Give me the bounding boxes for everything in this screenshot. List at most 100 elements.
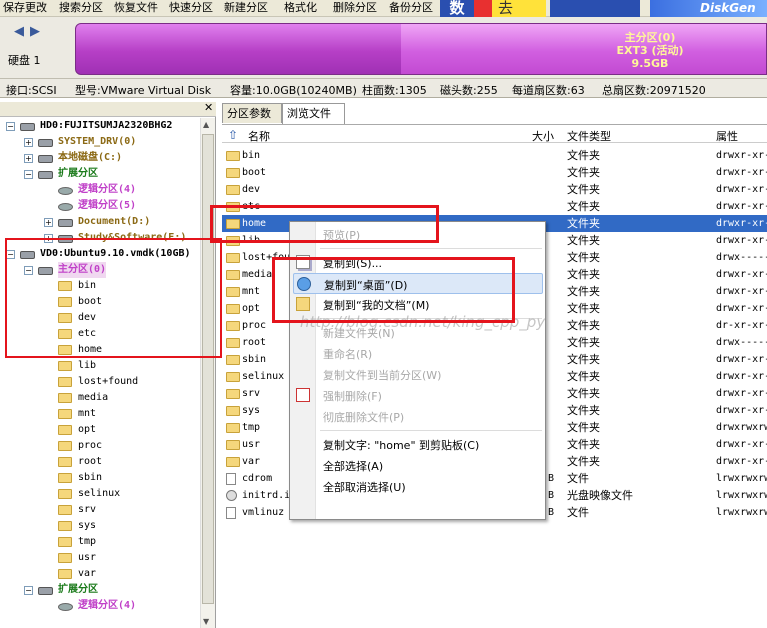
expand-icon[interactable]: + bbox=[24, 154, 33, 163]
tab-browse-files[interactable]: 浏览文件 bbox=[282, 103, 345, 124]
tree-node-label: HD0:FUJITSUMJA2320BHG2 bbox=[40, 120, 173, 131]
col-attr[interactable]: 属性 bbox=[716, 128, 738, 144]
tree-node-label: lost+found bbox=[78, 376, 139, 387]
tree-node[interactable]: − 主分区(0) bbox=[0, 262, 200, 278]
tree-node[interactable]: + 本地磁盘(C:) bbox=[0, 150, 200, 166]
disk-icon bbox=[58, 601, 73, 617]
tree-node[interactable]: + Study&Software(E:) bbox=[0, 230, 200, 246]
tree-node-label: bin bbox=[78, 280, 97, 291]
scroll-down-icon[interactable]: ▼ bbox=[203, 617, 209, 626]
recover-files-button[interactable]: 恢复文件 bbox=[114, 0, 158, 17]
partition-size: 9.5GB bbox=[631, 57, 669, 70]
menu-item: 强制删除(F) bbox=[290, 385, 545, 406]
menu-item[interactable]: 复制到(S)... bbox=[290, 252, 545, 273]
tree-node[interactable]: srv bbox=[0, 502, 200, 518]
back-arrow-icon[interactable]: ◀ bbox=[14, 24, 24, 39]
partition-bar[interactable]: 主分区(0) EXT3 (活动) 9.5GB bbox=[75, 23, 767, 75]
file-name: etc bbox=[242, 201, 261, 212]
tree-node[interactable]: 逻辑分区(4) bbox=[0, 182, 200, 198]
file-row[interactable]: boot 文件夹 drwxr-xr-x bbox=[222, 164, 767, 181]
expand-icon[interactable]: + bbox=[24, 138, 33, 147]
tree-node[interactable]: + SYSTEM_DRV(0) bbox=[0, 134, 200, 150]
collapse-icon[interactable]: − bbox=[24, 170, 33, 179]
tree-node[interactable]: root bbox=[0, 454, 200, 470]
file-row[interactable]: bin 文件夹 drwxr-xr-x bbox=[222, 147, 767, 164]
scroll-up-icon[interactable]: ▲ bbox=[203, 120, 209, 129]
tree-node-label: home bbox=[78, 344, 103, 355]
tree-node-label: 逻辑分区(4) bbox=[78, 184, 137, 195]
new-partition-button[interactable]: 新建分区 bbox=[224, 0, 268, 17]
file-name: media bbox=[242, 269, 273, 280]
tree-node[interactable]: − HD0:FUJITSUMJA2320BHG2 bbox=[0, 118, 200, 134]
disk-label: 硬盘 1 bbox=[8, 54, 41, 67]
tab-partition-params[interactable]: 分区参数 bbox=[222, 103, 282, 123]
collapse-icon[interactable]: − bbox=[6, 250, 15, 259]
tree-node[interactable]: proc bbox=[0, 438, 200, 454]
file-row[interactable]: etc 文件夹 drwxr-xr-x bbox=[222, 198, 767, 215]
collapse-icon[interactable]: − bbox=[24, 586, 33, 595]
menu-item[interactable]: 全部选择(A) bbox=[290, 455, 545, 476]
tree-node[interactable]: var bbox=[0, 566, 200, 582]
backup-partition-button[interactable]: 备份分区 bbox=[389, 0, 433, 17]
tree-scrollbar[interactable]: ▲ ▼ bbox=[200, 118, 215, 628]
scroll-thumb[interactable] bbox=[202, 134, 214, 604]
forward-arrow-icon[interactable]: ▶ bbox=[30, 24, 40, 39]
up-folder-icon[interactable]: ⇧ bbox=[228, 128, 238, 142]
tree-node-label: 扩展分区 bbox=[58, 584, 98, 595]
tree-node[interactable]: dev bbox=[0, 310, 200, 326]
menu-item[interactable]: 复制到“桌面”(D) bbox=[293, 273, 543, 294]
info-total-sectors: 总扇区数:20971520 bbox=[602, 84, 706, 97]
tree-node[interactable]: boot bbox=[0, 294, 200, 310]
menu-item[interactable]: 复制到“我的文档”(M) bbox=[290, 294, 545, 315]
menu-item[interactable]: 全部取消选择(U) bbox=[290, 476, 545, 497]
tree-node-label: 逻辑分区(5) bbox=[78, 200, 137, 211]
tree-node[interactable]: + Document(D:) bbox=[0, 214, 200, 230]
tree-node[interactable]: sys bbox=[0, 518, 200, 534]
col-type[interactable]: 文件类型 bbox=[567, 128, 611, 144]
quick-partition-button[interactable]: 快速分区 bbox=[169, 0, 213, 17]
tree-node[interactable]: 逻辑分区(5) bbox=[0, 198, 200, 214]
expand-icon[interactable]: + bbox=[44, 234, 53, 243]
file-attr: drwxrwxrwt bbox=[716, 422, 767, 433]
tree-node[interactable]: usr bbox=[0, 550, 200, 566]
col-size[interactable]: 大小 bbox=[532, 128, 554, 144]
tree-node-label: dev bbox=[78, 312, 97, 323]
partition-tree-panel: ✕ − HD0:FUJITSUMJA2320BHG2 + SYSTEM_DRV(0) +… bbox=[0, 101, 216, 628]
search-partition-button[interactable]: 搜索分区 bbox=[59, 0, 103, 17]
tree-node-label: 逻辑分区(4) bbox=[78, 600, 137, 611]
menu-item-label: 复制到“桌面”(D) bbox=[324, 279, 408, 292]
tree-node[interactable]: lost+found bbox=[0, 374, 200, 390]
tree-node[interactable]: mnt bbox=[0, 406, 200, 422]
file-name: bin bbox=[242, 150, 261, 161]
tree-node[interactable]: − 扩展分区 bbox=[0, 582, 200, 598]
tree-node[interactable]: etc bbox=[0, 326, 200, 342]
tree-node[interactable]: lib bbox=[0, 358, 200, 374]
tree-node[interactable]: − 扩展分区 bbox=[0, 166, 200, 182]
collapse-icon[interactable]: − bbox=[6, 122, 15, 131]
tree-node[interactable]: tmp bbox=[0, 534, 200, 550]
delete-partition-button[interactable]: 删除分区 bbox=[333, 0, 377, 17]
file-type: 文件夹 bbox=[567, 285, 600, 298]
file-attr: lrwxrwxrwx bbox=[716, 473, 767, 484]
tree-node[interactable]: home bbox=[0, 342, 200, 358]
expand-icon[interactable]: + bbox=[44, 218, 53, 227]
tree-node[interactable]: opt bbox=[0, 422, 200, 438]
tree-node[interactable]: media bbox=[0, 390, 200, 406]
tree-node[interactable]: 逻辑分区(4) bbox=[0, 598, 200, 614]
tree-node-label: srv bbox=[78, 504, 97, 515]
tree-node[interactable]: bin bbox=[0, 278, 200, 294]
save-changes-button[interactable]: 保存更改 bbox=[3, 0, 47, 17]
collapse-icon[interactable]: − bbox=[24, 266, 33, 275]
tree-node[interactable]: − VD0:Ubuntu9.10.vmdk(10GB) bbox=[0, 246, 200, 262]
col-name[interactable]: 名称 bbox=[248, 128, 270, 144]
tree-node[interactable]: sbin bbox=[0, 470, 200, 486]
file-name: selinux bbox=[242, 371, 285, 382]
menu-item[interactable]: 复制文字: "home" 到剪贴板(C) bbox=[290, 434, 545, 455]
format-button[interactable]: 格式化 bbox=[284, 0, 317, 17]
file-type: 文件夹 bbox=[567, 251, 600, 264]
file-attr: drwxr-xr-x bbox=[716, 218, 767, 229]
file-row[interactable]: dev 文件夹 drwxr-xr-x bbox=[222, 181, 767, 198]
menu-separator bbox=[320, 430, 542, 431]
close-icon[interactable]: ✕ bbox=[204, 101, 213, 114]
tree-node[interactable]: selinux bbox=[0, 486, 200, 502]
